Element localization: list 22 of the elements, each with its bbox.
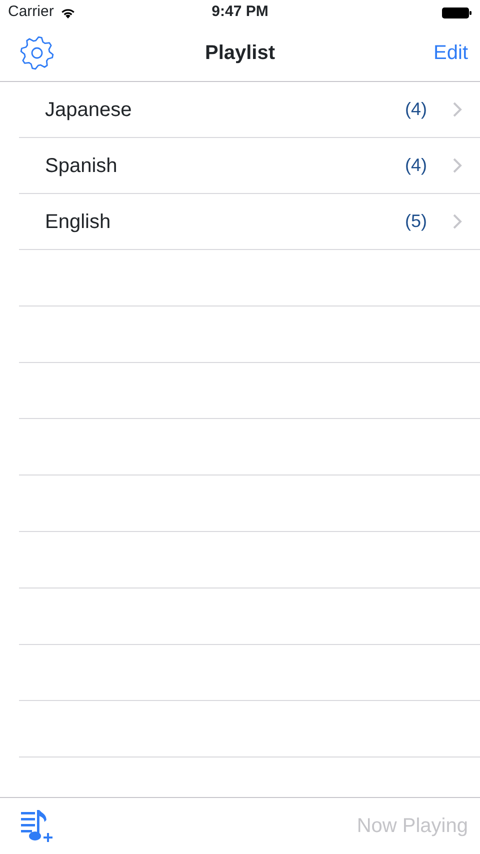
track-count: (5) bbox=[405, 210, 427, 233]
status-time: 9:47 PM bbox=[212, 3, 268, 20]
playlist-name: Japanese bbox=[45, 98, 133, 122]
add-to-playlist-button[interactable] bbox=[19, 809, 55, 843]
chevron-icon bbox=[453, 102, 462, 117]
chevron-icon bbox=[453, 214, 462, 229]
playlist-row[interactable]: English (5) bbox=[19, 194, 480, 250]
settings-icon bbox=[18, 34, 56, 72]
track-count: (4) bbox=[405, 154, 427, 177]
wifi-icon bbox=[60, 6, 76, 18]
edit-button[interactable]: Edit bbox=[434, 38, 468, 68]
playlist-row[interactable]: Spanish (4) bbox=[19, 138, 480, 194]
battery-icon bbox=[442, 6, 472, 18]
chevron-icon bbox=[453, 158, 462, 173]
track-count: (4) bbox=[405, 98, 427, 121]
carrier-label: Carrier bbox=[8, 2, 54, 22]
nav-title: Playlist bbox=[204, 41, 276, 66]
add-music-icon bbox=[19, 809, 55, 843]
playlist-row[interactable]: Japanese (4) bbox=[19, 82, 480, 138]
playlist-name: Spanish bbox=[45, 154, 118, 178]
settings-button[interactable] bbox=[18, 34, 56, 72]
playlist-name: English bbox=[45, 210, 112, 234]
